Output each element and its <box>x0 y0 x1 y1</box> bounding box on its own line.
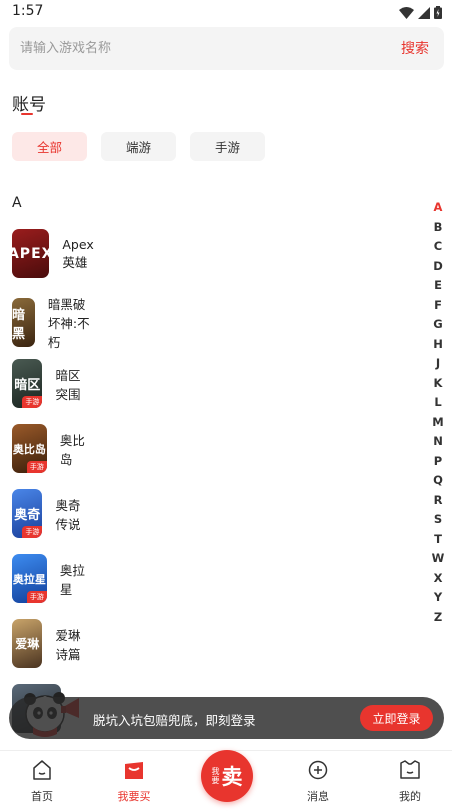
game-icon: 奥比岛 手游 <box>12 424 47 473</box>
status-bar: 1:57 <box>0 0 452 24</box>
list-item[interactable]: 奥比岛 手游 奥比岛 <box>12 424 87 473</box>
game-icon-text: 暗区 <box>14 378 41 393</box>
game-icon-text: 爱琳 <box>15 637 40 651</box>
mobile-badge: 手游 <box>26 461 47 473</box>
alphabet-letter-j[interactable]: J <box>431 354 445 374</box>
game-name: 奥比岛 <box>59 432 85 467</box>
filter-tabs: 全部 端游 手游 <box>12 132 265 161</box>
sell-button-text: 卖 <box>221 765 243 789</box>
alphabet-letter-l[interactable]: L <box>431 393 445 413</box>
game-icon-text: 暗黑 <box>12 307 26 342</box>
alphabet-letter-x[interactable]: X <box>431 569 445 589</box>
status-time: 1:57 <box>12 3 44 19</box>
alphabet-letter-t[interactable]: T <box>431 530 445 550</box>
list-item[interactable]: 爱琳 爱琳诗篇 <box>12 619 87 668</box>
alphabet-letter-b[interactable]: B <box>431 218 445 238</box>
list-item[interactable]: APEX Apex英雄 <box>12 229 105 278</box>
nav-messages-label: 消息 <box>307 790 329 803</box>
list-item[interactable]: 暗区 手游 暗区突围 <box>12 359 87 408</box>
game-icon: 暗黑 <box>12 298 35 347</box>
sell-button[interactable]: 我要 卖 <box>201 750 253 802</box>
alphabet-letter-p[interactable]: P <box>431 452 445 472</box>
alphabet-letter-w[interactable]: W <box>431 549 445 569</box>
list-item[interactable]: 奥拉星 手游 奥拉星 <box>12 554 87 603</box>
nav-home-label: 首页 <box>31 790 53 803</box>
login-banner: 脱坑入坑包赔兜底，即刻登录 立即登录 <box>9 697 444 739</box>
home-icon <box>31 759 53 785</box>
alphabet-letter-c[interactable]: C <box>431 237 445 257</box>
filter-mobile[interactable]: 手游 <box>190 132 265 161</box>
game-name: 暗区突围 <box>55 367 81 402</box>
list-item[interactable]: 暗黑 暗黑破坏神:不朽 <box>12 294 91 351</box>
game-icon-text: APEX <box>12 245 50 262</box>
game-name: Apex英雄 <box>62 236 94 270</box>
game-icon: 爱琳 <box>12 619 43 668</box>
alphabet-letter-z[interactable]: Z <box>431 608 445 628</box>
game-icon: 奥拉星 手游 <box>12 554 47 603</box>
game-name: 奥奇传说 <box>55 497 81 532</box>
mobile-badge: 手游 <box>26 591 47 603</box>
alphabet-letter-k[interactable]: K <box>431 374 445 394</box>
mobile-badge: 手游 <box>22 526 43 538</box>
login-banner-text: 脱坑入坑包赔兜底，即刻登录 <box>93 713 256 728</box>
screen: 1:57 搜索 账号 全部 端游 手游 A APEX <box>0 0 452 811</box>
status-icons <box>399 4 442 23</box>
game-name: 奥拉星 <box>59 562 85 597</box>
search-input[interactable] <box>20 37 380 59</box>
game-icon: 奥奇 手游 <box>12 489 43 538</box>
message-icon <box>307 759 329 785</box>
game-name: 爱琳诗篇 <box>55 627 81 662</box>
game-icon: APEX <box>12 229 50 278</box>
nav-buy[interactable]: 我要买 <box>99 759 169 804</box>
game-name: 暗黑破坏神:不朽 <box>47 297 90 350</box>
nav-mine-label: 我的 <box>399 790 421 803</box>
game-icon-text: 奥拉星 <box>12 572 46 586</box>
alphabet-letter-s[interactable]: S <box>431 510 445 530</box>
filter-pc[interactable]: 端游 <box>101 132 176 161</box>
battery-icon <box>434 4 442 23</box>
login-button[interactable]: 立即登录 <box>360 705 433 731</box>
profile-icon <box>398 759 422 785</box>
nav-mine[interactable]: 我的 <box>375 759 445 804</box>
alphabet-index[interactable]: ABCDEFGHJKLMNPQRSTWXYZ <box>431 198 445 627</box>
search-button[interactable]: 搜索 <box>401 38 429 58</box>
alphabet-letter-m[interactable]: M <box>431 413 445 433</box>
page-title: 账号 <box>12 95 46 115</box>
signal-icon <box>418 4 430 23</box>
alphabet-letter-f[interactable]: F <box>431 296 445 316</box>
alphabet-letter-q[interactable]: Q <box>431 471 445 491</box>
sell-button-small-text: 我要 <box>211 767 220 785</box>
game-icon: 暗区 手游 <box>12 359 43 408</box>
search-bar: 搜索 <box>9 27 444 70</box>
nav-home[interactable]: 首页 <box>7 759 77 804</box>
wifi-icon <box>399 4 414 23</box>
alphabet-letter-r[interactable]: R <box>431 491 445 511</box>
nav-messages[interactable]: 消息 <box>283 759 353 804</box>
mobile-badge: 手游 <box>22 396 43 408</box>
game-icon-text: 奥奇 <box>14 508 41 523</box>
alphabet-letter-h[interactable]: H <box>431 335 445 355</box>
alphabet-letter-e[interactable]: E <box>431 276 445 296</box>
alphabet-letter-g[interactable]: G <box>431 315 445 335</box>
alphabet-letter-a[interactable]: A <box>431 198 445 218</box>
shopping-bag-icon <box>122 759 146 785</box>
nav-buy-label: 我要买 <box>117 790 151 803</box>
filter-all[interactable]: 全部 <box>12 132 87 161</box>
alphabet-letter-d[interactable]: D <box>431 257 445 277</box>
section-header: A <box>12 195 22 211</box>
title-underline <box>21 113 33 115</box>
alphabet-letter-y[interactable]: Y <box>431 588 445 608</box>
list-item[interactable]: 奥奇 手游 奥奇传说 <box>12 489 87 538</box>
game-icon-text: 奥比岛 <box>12 442 46 456</box>
alphabet-letter-n[interactable]: N <box>431 432 445 452</box>
